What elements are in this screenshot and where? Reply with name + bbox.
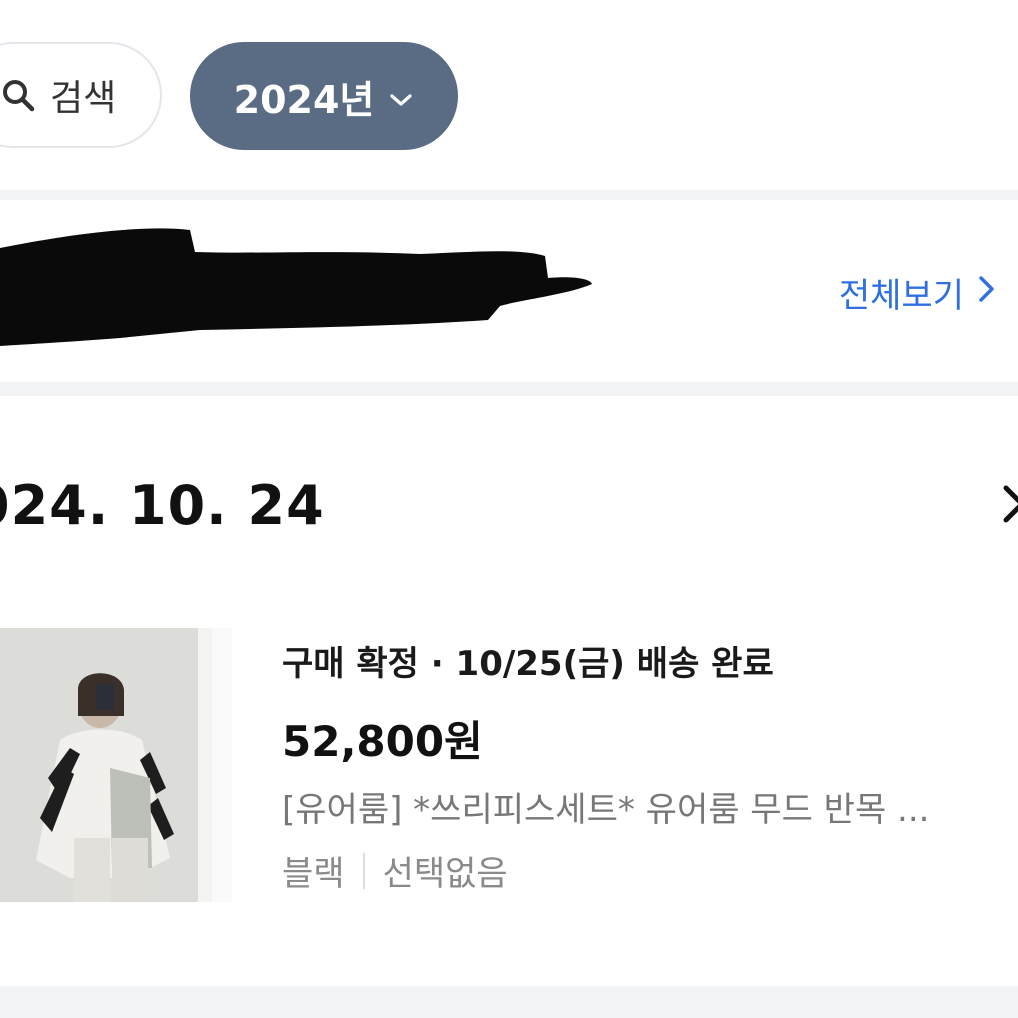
order-price: 52,800원 [282,717,483,766]
store-card[interactable]: 전체보기 [0,200,1018,382]
view-all-label: 전체보기 [838,276,964,316]
year-label: 2024년 [233,77,375,122]
search-label: 검색 [50,78,117,119]
order-history-page: 검색 2024년 전체보기 024. 10. 24 구매 확정 · 10/25(… [0,0,1018,1018]
product-name[interactable]: [유어룸] *쓰리피스세트* 유어룸 무드 반목 ... [282,782,998,831]
option-divider [362,852,365,889]
option-color: 블랙 [282,854,345,894]
chevron-right-icon[interactable] [1000,482,1018,530]
search-button[interactable]: 검색 [0,42,162,148]
product-thumbnail[interactable] [0,628,232,902]
order-status: 구매 확정 · 10/25(금) 배송 완료 [282,644,774,684]
option-choice: 선택없음 [382,854,508,894]
section-divider [0,382,1018,396]
search-icon [0,77,36,113]
year-filter-dropdown[interactable]: 2024년 [190,42,458,150]
filter-bar: 검색 2024년 [0,0,1018,190]
redaction-scribble [0,228,592,346]
section-divider [0,190,1018,200]
order-date: 024. 10. 24 [0,474,325,537]
order-item-card[interactable]: 024. 10. 24 구매 확정 · 10/25(금) 배송 완료 52,80… [0,396,1018,986]
view-all-link[interactable]: 전체보기 [839,268,996,317]
section-divider [0,986,1018,1018]
chevron-down-icon [388,74,414,118]
chevron-right-icon [976,273,996,313]
product-options: 블랙 선택없음 [282,846,508,895]
